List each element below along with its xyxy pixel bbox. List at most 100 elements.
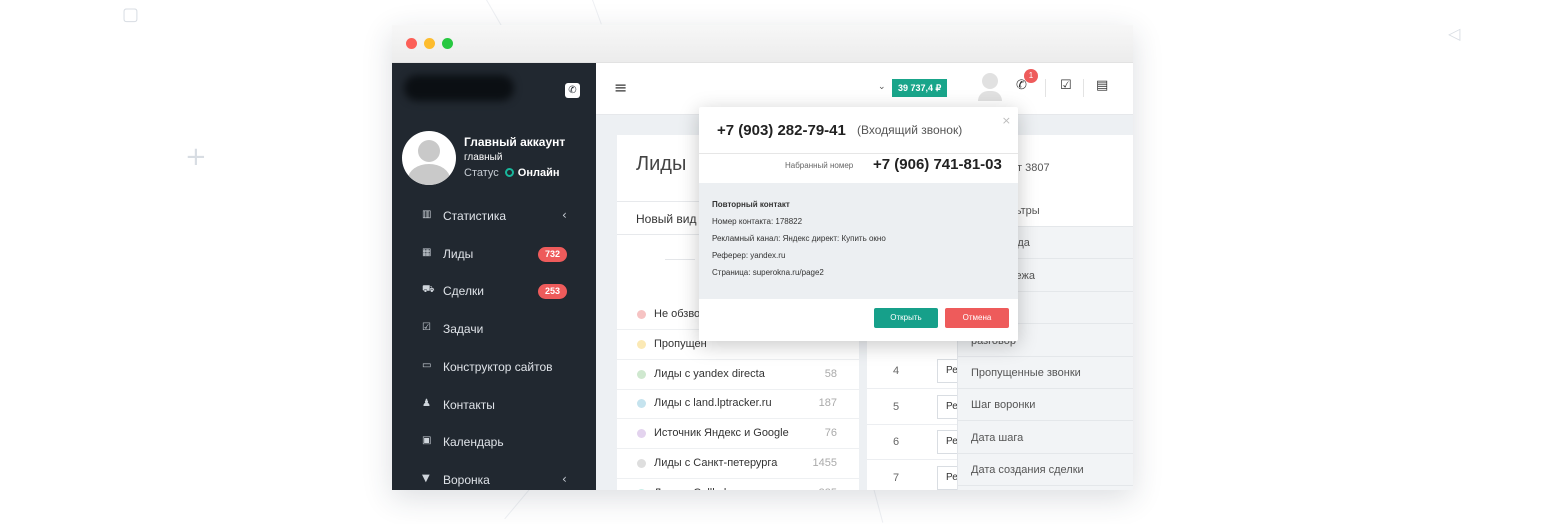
phone-icon[interactable]: ✆ bbox=[565, 83, 580, 98]
tasks-checkbox-icon[interactable]: ☑ bbox=[1060, 78, 1072, 93]
list-item-count: 58 bbox=[824, 367, 837, 380]
avatar[interactable] bbox=[402, 131, 456, 185]
list-item-name: Лиды с Callbck bbox=[654, 487, 729, 490]
table-row[interactable]: 6 Ре bbox=[867, 424, 967, 460]
row-number: 5 bbox=[893, 400, 900, 413]
contact-info: Повторный контакт Номер контакта: 178822… bbox=[699, 183, 1018, 299]
color-dot-icon bbox=[637, 459, 646, 468]
decorative-line bbox=[873, 487, 884, 523]
list-item-name: Не обзво bbox=[654, 308, 701, 320]
status-label: Статус bbox=[464, 167, 499, 179]
avatar-body-shape bbox=[978, 91, 1002, 101]
table-row[interactable]: 4 Ре bbox=[867, 353, 967, 389]
info-line: Рекламный канал: Яндекс директ: Купить о… bbox=[712, 234, 886, 243]
open-button[interactable]: Открыть bbox=[874, 308, 938, 328]
sidebar-item-label: Контакты bbox=[443, 397, 495, 412]
row-number: 4 bbox=[893, 365, 900, 377]
filter-label: Дата создания сделки bbox=[971, 464, 1084, 477]
filter-item[interactable]: Пропущенные звонки bbox=[958, 357, 1133, 389]
divider bbox=[699, 153, 1018, 154]
status-value: Онлайн bbox=[517, 167, 560, 179]
chevron-left-icon: ‹ bbox=[562, 208, 567, 222]
filter-item[interactable]: Дата шага bbox=[958, 422, 1133, 454]
table-row[interactable]: 5 Ре bbox=[867, 389, 967, 425]
decorative-square-shape: ▢ bbox=[122, 4, 140, 25]
close-window-button[interactable] bbox=[406, 38, 417, 49]
table-row[interactable]: 7 Ре bbox=[867, 460, 967, 491]
filter-item[interactable]: Дата создания сделки bbox=[958, 454, 1133, 487]
document-icon[interactable]: ▤ bbox=[1096, 78, 1108, 93]
color-dot-icon bbox=[637, 429, 646, 439]
sidebar-item-label: Сделки bbox=[443, 284, 484, 299]
logo bbox=[404, 75, 514, 101]
calendar-icon: ▣ bbox=[422, 435, 432, 447]
profile-name: Главный аккаунт bbox=[464, 135, 566, 149]
cancel-button[interactable]: Отмена bbox=[945, 308, 1009, 328]
info-title: Повторный контакт bbox=[712, 200, 790, 209]
list-item[interactable]: Лиды с yandex directa 58 bbox=[617, 360, 859, 390]
decorative-line bbox=[592, 0, 602, 25]
filter-label: Дата шага bbox=[971, 431, 1024, 444]
hamburger-menu-icon[interactable]: ≡ bbox=[614, 78, 627, 97]
list-item-count: 1455 bbox=[812, 457, 837, 469]
filter-label: Шаг воронки bbox=[971, 399, 1036, 412]
color-dot-icon bbox=[637, 369, 646, 379]
count-badge: 253 bbox=[538, 284, 568, 300]
sidebar-item-label: Воронка bbox=[443, 472, 490, 487]
user-avatar[interactable] bbox=[978, 73, 1002, 103]
list-item-name: Лиды с yandex directa bbox=[654, 367, 765, 380]
sidebar-item-label: Статистика bbox=[443, 209, 507, 223]
list-item[interactable]: Лиды с Callbck 335 bbox=[617, 479, 859, 490]
color-dot-icon bbox=[637, 339, 646, 349]
call-type: (Входящий звонок) bbox=[857, 123, 963, 137]
profile-status[interactable]: Статус Онлайн bbox=[464, 167, 560, 179]
chevron-left-icon: ‹ bbox=[562, 471, 567, 486]
sidebar-item-label: Конструктор сайтов bbox=[443, 359, 553, 374]
close-icon[interactable]: × bbox=[1002, 114, 1011, 127]
sidebar-item[interactable]: ☑ Задачи bbox=[392, 311, 596, 347]
balance-badge[interactable]: 39 737,4 ₽ bbox=[892, 79, 948, 97]
sidebar-item-label: Календарь bbox=[443, 435, 504, 450]
funnel-icon: ▼ bbox=[422, 472, 430, 484]
filter-label: Пропущенные звонки bbox=[971, 367, 1081, 379]
decorative-triangle-shape: ◁ bbox=[1448, 24, 1461, 43]
dialed-number-label: Набранный номер bbox=[785, 161, 854, 170]
row-number: 7 bbox=[893, 471, 900, 484]
bar-chart-icon: ▥ bbox=[422, 209, 432, 220]
profile-role: главный bbox=[464, 152, 503, 163]
minimize-window-button[interactable] bbox=[424, 38, 435, 49]
sidebar-item[interactable]: ▥ Статистика ‹ bbox=[392, 198, 596, 234]
count-badge: 732 bbox=[538, 246, 568, 262]
status-online-icon bbox=[504, 168, 514, 177]
avatar-head-shape bbox=[982, 73, 998, 89]
user-icon: ♟ bbox=[422, 397, 431, 409]
decorative-line bbox=[504, 488, 531, 520]
sidebar-item[interactable]: ⛟ Сделки 253 bbox=[392, 273, 596, 309]
sidebar-item[interactable]: ▼ Воронка ‹ bbox=[392, 462, 596, 490]
list-item[interactable]: Лиды с land.lptracker.ru 187 bbox=[617, 389, 859, 420]
monitor-icon: ▭ bbox=[422, 359, 432, 371]
filter-item[interactable]: Шаг воронки bbox=[958, 389, 1133, 422]
sidebar: ✆ Главный аккаунт главный Статус Онлайн ▥… bbox=[392, 63, 596, 490]
notification-badge: 1 bbox=[1024, 69, 1038, 83]
sidebar-item[interactable]: ▦ Лиды 732 bbox=[392, 236, 596, 272]
row-number: 6 bbox=[893, 436, 900, 448]
list-item[interactable]: Лиды с Санкт-петерурга 1455 bbox=[617, 449, 859, 479]
page-title: Лиды bbox=[636, 153, 687, 175]
maximize-window-button[interactable] bbox=[442, 38, 453, 49]
sidebar-item[interactable]: ▣ Календарь bbox=[392, 424, 596, 460]
user-profile: Главный аккаунт главный Статус Онлайн bbox=[392, 125, 596, 195]
list-item[interactable]: Источник Яндекс и Google 76 bbox=[617, 419, 859, 450]
sidebar-item-label: Задачи bbox=[443, 322, 484, 337]
avatar-body-shape bbox=[408, 164, 450, 185]
sidebar-item[interactable]: ▭ Конструктор сайтов bbox=[392, 349, 596, 385]
chevron-down-icon[interactable]: ⌄ bbox=[878, 82, 886, 92]
cart-icon: ⛟ bbox=[422, 284, 435, 296]
sidebar-item-label: Лиды bbox=[443, 246, 474, 261]
color-dot-icon bbox=[637, 399, 646, 409]
sidebar-item[interactable]: ♟ Контакты bbox=[392, 387, 596, 423]
info-line: Номер контакта: 178822 bbox=[712, 217, 803, 226]
list-item-count: 187 bbox=[818, 397, 837, 410]
dialed-number: +7 (906) 741-81-03 bbox=[873, 156, 1002, 173]
window-titlebar bbox=[392, 25, 1133, 63]
